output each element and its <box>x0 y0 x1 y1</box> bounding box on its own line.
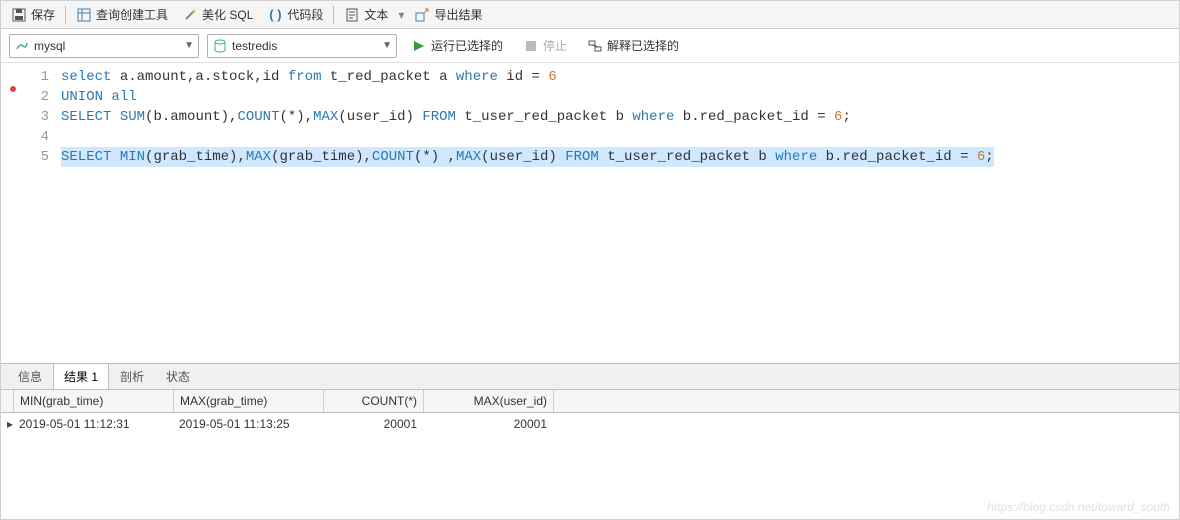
database-value: testredis <box>228 39 382 53</box>
dropdown-caret[interactable]: ▾ <box>396 8 406 22</box>
explain-button[interactable]: 解释已选择的 <box>581 35 685 56</box>
row-pointer-icon: ▸ <box>1 413 13 435</box>
stop-icon <box>523 38 539 54</box>
database-icon <box>212 38 228 54</box>
text-label: 文本 <box>364 6 388 23</box>
play-icon <box>411 38 427 54</box>
connection-value: mysql <box>30 39 184 53</box>
main-toolbar: 保存 查询创建工具 美化 SQL ( ) 代码段 文本 ▾ 导出结果 <box>1 1 1179 29</box>
stop-label: 停止 <box>543 37 567 54</box>
beautify-button[interactable]: 美化 SQL <box>176 4 259 25</box>
breakpoint-dot <box>10 86 16 92</box>
export-label: 导出结果 <box>434 6 482 23</box>
explain-label: 解释已选择的 <box>607 37 679 54</box>
grid-header: MIN(grab_time) MAX(grab_time) COUNT(*) M… <box>1 390 1179 413</box>
save-label: 保存 <box>31 6 55 23</box>
snippet-button[interactable]: ( ) 代码段 <box>261 4 329 25</box>
mysql-icon <box>14 38 30 54</box>
braces-icon: ( ) <box>267 7 283 23</box>
tab-result[interactable]: 结果 1 <box>53 363 109 389</box>
chevron-down-icon: ▼ <box>184 40 194 51</box>
run-label: 运行已选择的 <box>431 37 503 54</box>
chevron-down-icon: ▼ <box>382 40 392 51</box>
selector-row: mysql ▼ testredis ▼ 运行已选择的 停止 解释已选择的 <box>1 29 1179 63</box>
sql-editor[interactable]: 1select a.amount,a.stock,id from t_red_p… <box>1 63 1179 363</box>
row-marker-header <box>1 390 14 412</box>
table-row[interactable]: ▸ 2019-05-01 11:12:31 2019-05-01 11:13:2… <box>1 413 1179 435</box>
save-icon <box>11 7 27 23</box>
explain-icon <box>587 38 603 54</box>
result-grid: MIN(grab_time) MAX(grab_time) COUNT(*) M… <box>1 389 1179 435</box>
database-combo[interactable]: testredis ▼ <box>207 34 397 58</box>
col-header[interactable]: MIN(grab_time) <box>14 390 174 412</box>
col-header[interactable]: COUNT(*) <box>324 390 424 412</box>
tab-status[interactable]: 状态 <box>155 363 201 389</box>
result-tabs: 信息 结果 1 剖析 状态 <box>1 363 1179 389</box>
export-icon <box>414 7 430 23</box>
save-button[interactable]: 保存 <box>5 4 61 25</box>
grid-icon <box>76 7 92 23</box>
query-builder-label: 查询创建工具 <box>96 6 168 23</box>
export-button[interactable]: 导出结果 <box>408 4 488 25</box>
cell[interactable]: 20001 <box>323 413 423 435</box>
cell[interactable]: 2019-05-01 11:12:31 <box>13 413 173 435</box>
stop-button: 停止 <box>517 35 573 56</box>
connection-combo[interactable]: mysql ▼ <box>9 34 199 58</box>
tab-profile[interactable]: 剖析 <box>109 363 155 389</box>
separator <box>65 6 66 24</box>
snippet-label: 代码段 <box>287 6 323 23</box>
col-header[interactable]: MAX(grab_time) <box>174 390 324 412</box>
tab-info[interactable]: 信息 <box>7 363 53 389</box>
wand-icon <box>182 7 198 23</box>
beautify-label: 美化 SQL <box>202 6 253 23</box>
separator <box>333 6 334 24</box>
col-header[interactable]: MAX(user_id) <box>424 390 554 412</box>
cell[interactable]: 2019-05-01 11:13:25 <box>173 413 323 435</box>
run-button[interactable]: 运行已选择的 <box>405 35 509 56</box>
text-button[interactable]: 文本 <box>338 4 394 25</box>
watermark: https://blog.csdn.net/toward_south <box>987 500 1170 514</box>
doc-icon <box>344 7 360 23</box>
cell[interactable]: 20001 <box>423 413 553 435</box>
query-builder-button[interactable]: 查询创建工具 <box>70 4 174 25</box>
